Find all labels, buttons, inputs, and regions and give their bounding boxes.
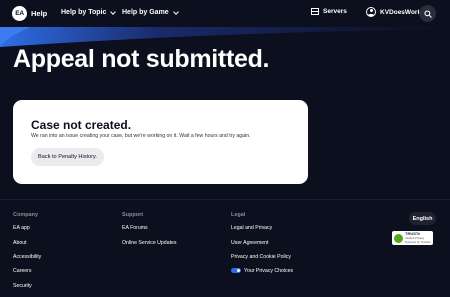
footer-link-privacy-cookie-policy[interactable]: Privacy and Cookie Policy [231,254,291,260]
footer-link-online-service-updates[interactable]: Online Service Updates [122,240,177,246]
nav-help-by-topic[interactable]: Help by Topic [61,8,117,16]
chevron-down-icon [172,8,179,15]
card-title: Case not created. [31,118,132,132]
footer-link-user-agreement[interactable]: User Agreement [231,240,268,246]
footer-heading-company: Company [13,212,39,218]
truste-line2: Powered by TrustArc [405,240,431,245]
nav-help-by-game[interactable]: Help by Game [122,8,179,16]
footer-divider [0,199,450,200]
chevron-down-icon [110,8,117,15]
page-title: Appeal not submitted. [13,45,270,73]
truste-badge[interactable]: TRUSTe Verified Privacy Powered by Trust… [392,231,433,245]
error-card: Case not created. We ran into an issue c… [13,100,308,184]
servers-icon [311,8,319,15]
footer-heading-legal: Legal [231,212,246,218]
nav-help-by-game-label: Help by Game [122,9,169,16]
footer-link-careers[interactable]: Careers [13,268,31,274]
top-navigation-bar: EA Help Help by Topic Help by Game Serve… [0,0,450,27]
servers-link[interactable]: Servers [311,8,347,15]
help-home-link[interactable]: Help [31,9,47,18]
footer-link-about[interactable]: About [13,240,27,246]
search-button[interactable] [419,5,436,22]
back-to-penalty-history-button[interactable]: Back to Penalty History. [31,148,104,166]
truste-seal-icon [394,233,403,243]
language-selector-button[interactable]: English [409,212,436,225]
user-icon [366,7,376,17]
footer-link-ea-forums[interactable]: EA Forums [122,225,148,231]
ea-logo[interactable]: EA [12,6,27,21]
nav-help-by-topic-label: Help by Topic [61,9,107,16]
privacy-choices-toggle-icon[interactable] [231,268,241,273]
footer-link-security[interactable]: Security [13,283,32,289]
user-menu[interactable]: KVDoesWork [366,7,421,17]
footer-link-your-privacy-choices[interactable]: Your Privacy Choices [244,268,293,274]
footer-link-legal-and-privacy[interactable]: Legal and Privacy [231,225,272,231]
footer-link-accessibility[interactable]: Accessibility [13,254,41,260]
truste-badge-text: TRUSTe Verified Privacy Powered by Trust… [405,231,431,245]
search-icon [423,9,432,18]
username-label: KVDoesWork [380,8,422,16]
footer-heading-support: Support [122,212,144,218]
servers-label: Servers [323,8,347,15]
card-message: We ran into an issue creating your case,… [31,133,251,139]
footer-link-ea-app[interactable]: EA app [13,225,30,231]
